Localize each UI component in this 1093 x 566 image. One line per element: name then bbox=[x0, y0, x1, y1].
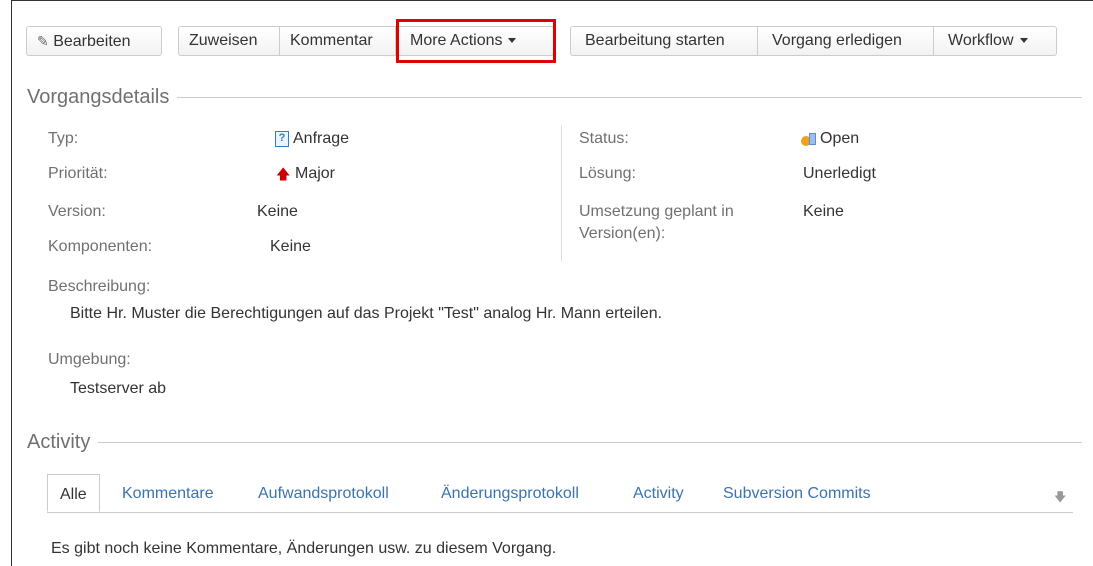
edit-button-label: Bearbeiten bbox=[53, 33, 131, 50]
components-label: Komponenten: bbox=[48, 238, 153, 255]
tab-changelog[interactable]: Änderungsprotokoll bbox=[441, 484, 579, 504]
description-label: Beschreibung: bbox=[48, 278, 151, 295]
more-actions-button[interactable]: More Actions bbox=[395, 26, 554, 56]
fix-version-label-line2: Version(en): bbox=[579, 225, 666, 242]
version-label: Version: bbox=[48, 203, 106, 220]
assign-button[interactable]: Zuweisen bbox=[178, 26, 280, 56]
start-progress-label: Bearbeitung starten bbox=[585, 32, 725, 49]
tab-subversion-commits[interactable]: Subversion Commits bbox=[723, 484, 871, 504]
details-heading: Vorgangsdetails bbox=[27, 85, 178, 109]
pencil-icon: ✎ bbox=[37, 33, 49, 49]
type-value[interactable]: Anfrage bbox=[293, 129, 349, 149]
comment-button[interactable]: Kommentar bbox=[279, 26, 396, 56]
question-document-icon: ? bbox=[275, 131, 289, 147]
chevron-down-icon bbox=[508, 38, 517, 44]
edit-button[interactable]: ✎ Bearbeiten bbox=[26, 26, 162, 56]
environment-value[interactable]: Testserver ab bbox=[70, 379, 166, 399]
more-actions-label: More Actions bbox=[410, 32, 503, 49]
activity-tabs: Alle Kommentare Aufwandsprotokoll Änderu… bbox=[47, 474, 1073, 513]
fix-version-value: Keine bbox=[803, 203, 844, 220]
activity-heading: Activity bbox=[27, 430, 99, 454]
chevron-down-icon bbox=[1019, 38, 1028, 44]
components-value: Keine bbox=[270, 238, 311, 255]
type-label: Typ: bbox=[48, 130, 79, 147]
assign-button-label: Zuweisen bbox=[189, 32, 258, 49]
up-arrow-icon: 🡅 bbox=[276, 166, 291, 182]
resolve-issue-label: Vorgang erledigen bbox=[772, 32, 902, 49]
tab-all[interactable]: Alle bbox=[47, 474, 100, 512]
activity-empty-message: Es gibt noch keine Kommentare, Änderunge… bbox=[51, 540, 557, 557]
description-value[interactable]: Bitte Hr. Muster die Berechtigungen auf … bbox=[70, 304, 662, 324]
details-divider bbox=[27, 97, 1082, 98]
tab-activity[interactable]: Activity bbox=[633, 484, 684, 504]
resolution-label: Lösung: bbox=[579, 165, 636, 182]
resolve-issue-button[interactable]: Vorgang erledigen bbox=[757, 26, 934, 56]
open-status-icon bbox=[801, 133, 816, 146]
tab-comments[interactable]: Kommentare bbox=[122, 484, 214, 504]
environment-label: Umgebung: bbox=[48, 351, 131, 368]
workflow-button[interactable]: Workflow bbox=[933, 26, 1057, 56]
details-column-divider bbox=[561, 125, 562, 261]
fix-version-label-line1: Umsetzung geplant in bbox=[579, 203, 734, 220]
issue-view: ✎ Bearbeiten Zuweisen Kommentar More Act… bbox=[11, 0, 1093, 566]
status-value: Open bbox=[820, 130, 860, 147]
status-label: Status: bbox=[579, 130, 629, 147]
version-value: Keine bbox=[257, 203, 298, 220]
activity-divider bbox=[27, 442, 1082, 443]
comment-button-label: Kommentar bbox=[290, 32, 373, 49]
start-progress-button[interactable]: Bearbeitung starten bbox=[570, 26, 758, 56]
priority-label: Priorität: bbox=[48, 165, 108, 182]
resolution-value: Unerledigt bbox=[803, 165, 876, 182]
tab-worklog[interactable]: Aufwandsprotokoll bbox=[258, 484, 389, 504]
priority-value[interactable]: Major bbox=[295, 164, 335, 184]
down-arrow-icon[interactable]: 🡇 bbox=[1054, 488, 1066, 509]
fix-version-label: Umsetzung geplant in Version(en): bbox=[579, 202, 734, 244]
workflow-label: Workflow bbox=[948, 32, 1014, 49]
